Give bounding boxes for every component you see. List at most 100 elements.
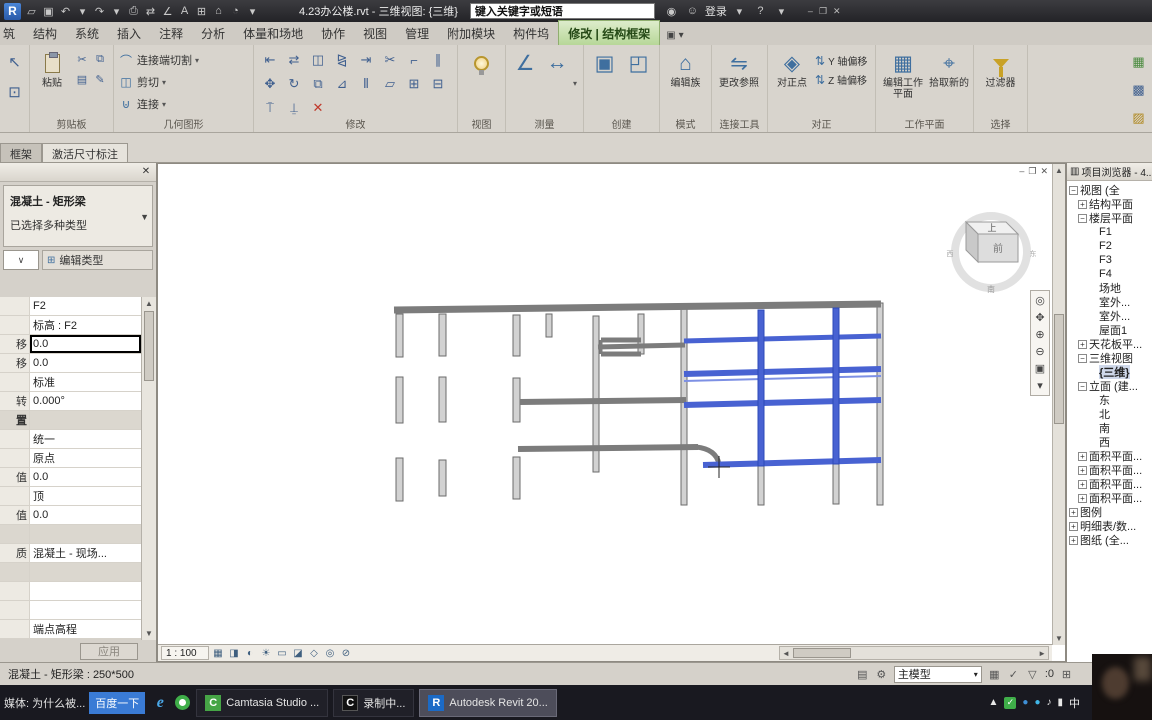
green-browser-icon[interactable] (175, 695, 191, 710)
search-input[interactable] (469, 3, 655, 19)
property-row[interactable]: 标高 : F2 (0, 316, 141, 335)
help-icon[interactable]: ? (752, 5, 769, 18)
property-row[interactable] (0, 582, 141, 601)
recorder-task-button[interactable]: C 录制中... (333, 688, 415, 717)
login-button[interactable]: 登录 (705, 3, 727, 19)
select-underlay-icon[interactable]: ✓ (1006, 668, 1021, 681)
change-reference-button[interactable]: ⇋ 更改参照 (716, 49, 762, 118)
edit-type-button[interactable]: ⊞ 编辑类型 (42, 250, 153, 270)
help-dropdown-icon[interactable]: ▾ (773, 5, 790, 18)
pick-new-workplane-button[interactable]: ⌖ 拾取新的 (929, 49, 969, 118)
property-filter-dropdown[interactable]: ∨ (3, 250, 39, 270)
property-row[interactable]: 移 0.0 (0, 354, 141, 373)
tree-item[interactable]: 三维视图 (1067, 351, 1152, 365)
scroll-up-icon[interactable]: ▲ (145, 299, 153, 308)
pan-icon[interactable]: ✥ (1032, 309, 1049, 326)
zoom-out-icon[interactable]: ⊖ (1032, 343, 1049, 360)
ribbon-tab[interactable]: 构件坞 (504, 21, 558, 45)
scroll-down-icon[interactable]: ▼ (1055, 634, 1063, 643)
extend-icon[interactable]: ⇥ (354, 49, 378, 71)
property-value[interactable] (30, 411, 141, 429)
open-icon[interactable]: ▱ (23, 5, 40, 18)
property-row[interactable]: 质 混凝土 - 现场... (0, 544, 141, 563)
property-value[interactable]: 0.000° (30, 392, 141, 410)
tree-item[interactable]: 明细表/数... (1067, 519, 1152, 533)
battery-icon[interactable]: ▮ (1057, 697, 1063, 708)
tree-item[interactable]: F4 (1067, 267, 1152, 281)
tree-item[interactable]: F1 (1067, 225, 1152, 239)
ribbon-tab[interactable]: 筑 (0, 21, 24, 45)
lighting-icon[interactable]: ☀ (258, 646, 274, 660)
ribbon-collapse-icon[interactable]: ▾ (679, 30, 684, 41)
crop-view-icon[interactable]: ▭ (274, 646, 290, 660)
zoom-in-icon[interactable]: ⊕ (1032, 326, 1049, 343)
transfer-icon[interactable]: ⇄ (142, 5, 159, 18)
property-row[interactable] (0, 563, 141, 582)
expander-icon[interactable] (1069, 521, 1078, 531)
login-dropdown-icon[interactable]: ▾ (731, 5, 748, 18)
expander-icon[interactable] (1078, 213, 1087, 223)
expander-icon[interactable] (1078, 339, 1087, 349)
scrollbar-thumb[interactable] (144, 311, 154, 381)
redo-dropdown-icon[interactable]: ▾ (108, 5, 125, 18)
save-icon[interactable]: ▣ (40, 5, 57, 18)
offset-icon[interactable]: ⇄ (282, 49, 306, 71)
model-3d-view[interactable] (158, 164, 1066, 646)
scrollbar-thumb[interactable] (1054, 314, 1064, 424)
tab-modify-structural-framing[interactable]: 修改 | 结构框架 (558, 20, 661, 45)
align-icon[interactable]: ⇤ (258, 49, 282, 71)
properties-scrollbar[interactable]: ▲ ▼ (141, 297, 156, 640)
axis-offset-button[interactable]: ⇅ Y 轴偏移 (815, 53, 867, 69)
property-value[interactable]: 0.0 (30, 335, 141, 353)
match-type-icon[interactable]: ▤ (73, 69, 91, 89)
ime-indicator[interactable]: 中 (1069, 695, 1080, 711)
editable-only-icon[interactable]: ▦ (987, 668, 1002, 681)
expander-icon[interactable] (1078, 493, 1087, 503)
print-icon[interactable]: ⎙ (125, 5, 142, 18)
property-row[interactable]: 置 (0, 411, 141, 430)
property-row[interactable]: 标准 (0, 373, 141, 392)
camtasia-task-button[interactable]: C Camtasia Studio ... (196, 688, 329, 717)
app1-tray-icon[interactable]: ● (1022, 697, 1028, 708)
scroll-down-icon[interactable]: ▼ (145, 629, 153, 638)
scale-icon[interactable]: ⊿ (330, 73, 354, 95)
render-icon[interactable]: ◔ (227, 5, 244, 18)
view-visibility-button[interactable] (462, 49, 501, 118)
expander-icon[interactable] (1078, 199, 1087, 209)
text-tool-icon[interactable]: A (176, 5, 193, 18)
worksets-icon[interactable]: ▤ (855, 668, 870, 681)
tree-item[interactable]: F2 (1067, 239, 1152, 253)
copy-to-clipboard-icon[interactable]: ⧉ (91, 49, 109, 69)
edit-family-button[interactable]: ⌂ 编辑族 (664, 49, 707, 118)
create-similar-icon[interactable]: ▣ (592, 49, 618, 77)
activate-dimensions-button[interactable]: 激活尺寸标注 (42, 143, 128, 162)
property-value[interactable]: 0.0 (30, 468, 141, 486)
property-value[interactable] (30, 601, 141, 619)
reveal-hidden-icon[interactable]: ◎ (322, 646, 338, 660)
restore-icon[interactable]: ❐ (819, 6, 827, 17)
tree-item[interactable]: {三维} (1067, 365, 1152, 379)
search-binoculars-icon[interactable]: ◉ (663, 5, 680, 18)
property-row[interactable]: 顶 (0, 487, 141, 506)
expander-icon[interactable] (1069, 507, 1078, 517)
tree-item[interactable]: F3 (1067, 253, 1152, 267)
tree-item[interactable]: 立面 (建... (1067, 379, 1152, 393)
dimension-icon[interactable]: ↔ (544, 49, 570, 77)
move-icon[interactable]: ✥ (258, 73, 282, 95)
edit-workplane-button[interactable]: ▦ 编辑工作平面 (880, 49, 926, 118)
ribbon-tab[interactable]: 体量和场地 (234, 21, 312, 45)
skew-icon[interactable]: ▱ (378, 73, 402, 95)
unjoin-icon[interactable]: ⊟ (426, 73, 450, 95)
expander-icon[interactable] (1078, 353, 1087, 363)
undo-dropdown-icon[interactable]: ▾ (74, 5, 91, 18)
tree-item[interactable]: 南 (1067, 421, 1152, 435)
panel-pin-icon[interactable]: ▣ (666, 30, 675, 41)
property-value[interactable]: 0.0 (30, 506, 141, 524)
horizontal-scrollbar[interactable]: ◄ ► (779, 646, 1049, 660)
expander-icon[interactable] (1078, 479, 1087, 489)
property-value[interactable]: 顶 (30, 487, 141, 505)
ribbon-tab[interactable]: 结构 (24, 21, 66, 45)
ribbon-tab[interactable]: 注释 (150, 21, 192, 45)
filter-button[interactable]: 过滤器 (978, 49, 1023, 118)
edit-icon[interactable]: ✎ (91, 69, 109, 89)
